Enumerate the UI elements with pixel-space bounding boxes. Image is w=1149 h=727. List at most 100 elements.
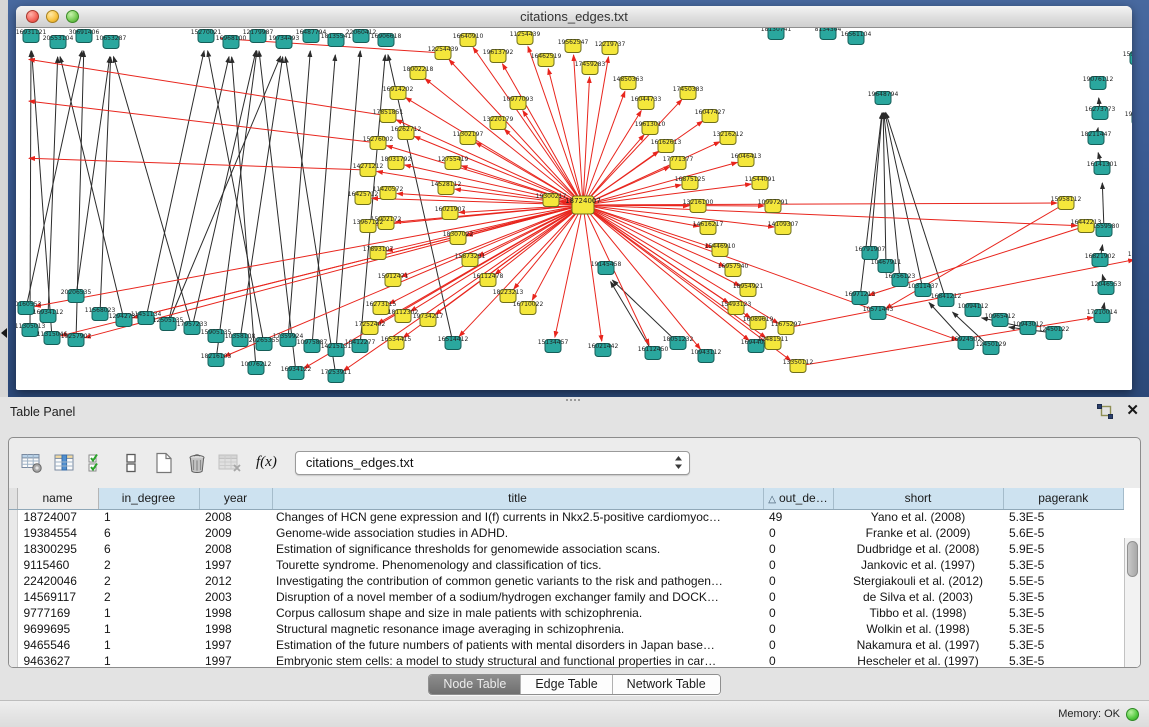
cell-year: 1998 — [199, 605, 272, 621]
select-rows-button[interactable] — [85, 450, 111, 476]
cell-name: 9777169 — [17, 605, 98, 621]
network-edge[interactable] — [312, 55, 335, 346]
network-graph[interactable]: 1693112120553104306914061065328715270021… — [16, 28, 1132, 389]
network-edge[interactable] — [216, 51, 257, 360]
network-edge[interactable] — [612, 280, 678, 343]
scrollbar-thumb[interactable] — [1127, 541, 1138, 577]
node-label: 12104554 — [1128, 251, 1132, 258]
network-edge[interactable] — [583, 162, 737, 205]
network-edge[interactable] — [583, 205, 725, 266]
network-edge[interactable] — [870, 113, 882, 253]
network-edge[interactable] — [798, 317, 1093, 366]
node-label: 15493123 — [721, 301, 752, 308]
column-header-out-degree[interactable]: △out_de… — [763, 488, 833, 509]
minimize-window-button[interactable] — [46, 10, 59, 23]
network-edge[interactable] — [32, 51, 52, 338]
network-edge[interactable] — [259, 51, 296, 373]
network-edge[interactable] — [555, 205, 583, 337]
float-panel-icon[interactable] — [1097, 404, 1114, 419]
table-row[interactable]: 1456911722003Disruption of a novel membe… — [9, 589, 1124, 605]
splitter-handle[interactable] — [566, 399, 580, 404]
node-label: 19257902 — [61, 333, 92, 340]
table-row[interactable]: 969969511998Structural magnetic resonanc… — [9, 621, 1124, 637]
node-label: 12219737 — [595, 41, 626, 48]
table-row[interactable]: 946362711997Embryonic stem cells: a mode… — [9, 653, 1124, 668]
network-edge[interactable] — [406, 98, 583, 205]
vertical-scrollbar[interactable] — [1124, 538, 1140, 667]
table-row[interactable]: 911546021997Tourette syndrome. Phenomeno… — [9, 557, 1124, 573]
network-edge[interactable] — [886, 113, 946, 300]
network-edge[interactable] — [285, 57, 336, 376]
network-edge[interactable] — [583, 205, 1077, 226]
cell-year: 2009 — [199, 525, 272, 541]
table-body: 1872400712008Changes of HCN gene express… — [9, 509, 1124, 668]
network-edge[interactable] — [583, 203, 1057, 205]
tab-node-table[interactable]: Node Table — [429, 675, 520, 694]
network-edge[interactable] — [146, 51, 204, 318]
network-edge[interactable] — [60, 57, 124, 320]
table-selector-dropdown[interactable]: citations_edges.txt — [295, 451, 690, 475]
network-edge[interactable] — [378, 205, 583, 323]
network-edge[interactable] — [514, 205, 583, 289]
node-label: 10311437 — [908, 283, 939, 290]
node-label: 16756123 — [885, 273, 916, 280]
network-edge[interactable] — [76, 57, 110, 296]
node-label: 8134304 — [815, 28, 842, 33]
column-header-year[interactable]: year — [199, 488, 272, 509]
cell-title: Investigating the contribution of common… — [272, 573, 763, 589]
cell-pagerank: 5.3E-5 — [1003, 605, 1124, 621]
network-edge[interactable] — [583, 205, 774, 227]
panel-collapse-arrow[interactable] — [1, 328, 7, 338]
column-header-title[interactable]: title — [272, 488, 763, 509]
node-label: 16821902 — [1085, 253, 1116, 260]
table-content-panel: f(x) citations_edges.txt name — [8, 437, 1141, 668]
zoom-window-button[interactable] — [66, 10, 79, 23]
node-label: 18031792 — [381, 156, 412, 163]
network-edge[interactable] — [100, 57, 111, 314]
table-row[interactable]: 1938455462009Genome-wide association stu… — [9, 525, 1124, 541]
table-row[interactable]: 946554611997Estimation of the future num… — [9, 637, 1124, 653]
network-canvas[interactable]: 1693112120553104306914061065328715270021… — [16, 28, 1132, 389]
column-header-in-degree[interactable]: in_degree — [98, 488, 199, 509]
column-header-name[interactable]: name — [17, 488, 98, 509]
node-label: 16044733 — [631, 96, 662, 103]
table-row[interactable]: 1830029562008Estimation of significance … — [9, 541, 1124, 557]
delete-column-trash-button[interactable] — [184, 450, 210, 476]
cell-name: 14569117 — [17, 589, 98, 605]
network-edge[interactable] — [883, 113, 886, 266]
node-label: 16561104 — [841, 31, 872, 38]
node-label: 19076112 — [1083, 76, 1114, 83]
cell-in_degree: 6 — [98, 525, 199, 541]
network-edge[interactable] — [467, 205, 583, 236]
close-panel-icon[interactable]: ✕ — [1126, 403, 1139, 419]
show-columns-button[interactable] — [52, 450, 78, 476]
node-label: 11254439 — [510, 31, 541, 38]
column-header-short[interactable]: short — [833, 488, 1003, 509]
function-builder-button[interactable]: f(x) — [256, 454, 277, 471]
node-label: 19734493 — [269, 35, 300, 42]
node-label: 12450129 — [976, 341, 1007, 348]
row-height-button[interactable] — [118, 450, 144, 476]
tab-edge-table[interactable]: Edge Table — [520, 675, 611, 694]
network-edge[interactable] — [168, 57, 229, 324]
network-edge[interactable] — [476, 143, 583, 205]
cell-in_degree: 6 — [98, 541, 199, 557]
node-label: 16112478 — [473, 273, 504, 280]
table-row[interactable]: 1872400712008Changes of HCN gene express… — [9, 509, 1124, 525]
table-row[interactable]: 2242004622012Investigating the contribut… — [9, 573, 1124, 589]
close-window-button[interactable] — [26, 10, 39, 23]
create-column-button[interactable] — [151, 450, 177, 476]
table-mode-button[interactable] — [19, 450, 45, 476]
network-edge[interactable] — [548, 69, 583, 205]
cell-title: Estimation of significance thresholds fo… — [272, 541, 763, 557]
cell-out_degree: 0 — [763, 541, 833, 557]
window-titlebar[interactable]: citations_edges.txt — [16, 6, 1132, 28]
network-edge[interactable] — [377, 205, 583, 225]
cell-short: Franke et al. (2009) — [833, 525, 1003, 541]
network-edge[interactable] — [192, 51, 256, 328]
column-header-pagerank[interactable]: pagerank — [1003, 488, 1124, 509]
tab-network-table[interactable]: Network Table — [612, 675, 720, 694]
table-row[interactable]: 977716911998Corpus callosum shape and si… — [9, 605, 1124, 621]
network-edge[interactable] — [29, 158, 368, 170]
node-label: 16791907 — [855, 246, 886, 253]
